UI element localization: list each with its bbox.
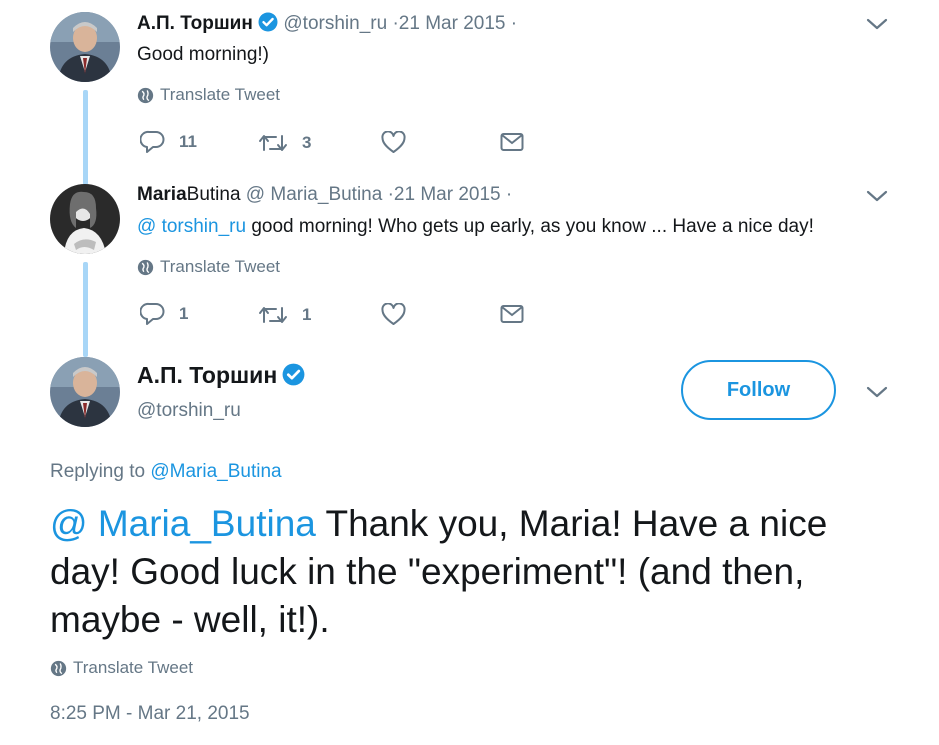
tweet-header: А.П. Торшин @torshin_ru ·21 Mar 2015 ·	[137, 12, 517, 38]
tweet-body: good morning! Who gets up early, as you …	[246, 216, 814, 237]
main-tweet-header: А.П. Торшин	[137, 362, 305, 391]
display-name[interactable]: А.П. Торшин	[137, 362, 277, 388]
tweet-date[interactable]: ·21 Mar 2015	[392, 13, 505, 34]
display-name-rest[interactable]: Butina	[187, 184, 241, 205]
avatar[interactable]	[50, 357, 120, 427]
globe-icon	[137, 259, 154, 275]
reply-count: 11	[179, 132, 197, 151]
tweet-text: @ torshin_ru good morning! Who gets up e…	[137, 216, 814, 238]
tweet-date[interactable]: ·21 Mar 2015	[388, 184, 501, 205]
retweet-icon	[259, 307, 287, 323]
translate-link[interactable]: Translate Tweet	[137, 85, 280, 105]
separator-dot: ·	[510, 13, 518, 34]
translate-label: Translate Tweet	[160, 257, 281, 276]
replying-to-link[interactable]: @Maria_Butina	[150, 461, 281, 482]
caret-down-icon[interactable]	[866, 17, 888, 31]
verified-badge-icon	[258, 12, 278, 38]
handle[interactable]: @torshin_ru	[283, 13, 387, 34]
reply-button[interactable]: 1	[140, 302, 188, 326]
globe-icon	[50, 660, 67, 676]
translate-link[interactable]: Translate Tweet	[137, 257, 280, 277]
display-name-bold[interactable]: Maria	[137, 184, 187, 205]
handle[interactable]: @torshin_ru	[137, 400, 241, 422]
direct-message-button[interactable]	[500, 304, 524, 324]
handle[interactable]: @ Maria_Butina	[246, 184, 383, 205]
translate-label: Translate Tweet	[160, 85, 281, 104]
thread-line-1	[83, 90, 88, 185]
direct-message-button[interactable]	[500, 132, 524, 152]
direct-message-icon	[500, 133, 524, 151]
avatar[interactable]	[50, 184, 120, 254]
display-name[interactable]: А.П. Торшин	[137, 13, 253, 34]
reply-count: 1	[179, 304, 189, 323]
retweet-button[interactable]: 1	[258, 304, 311, 326]
tweet-text: Good morning!)	[137, 44, 270, 65]
tweet-timestamp[interactable]: 8:25 PM - Mar 21, 2015	[50, 703, 250, 725]
thread-line-2	[83, 262, 88, 357]
like-button[interactable]	[381, 131, 406, 154]
retweet-icon	[259, 135, 287, 151]
like-icon	[381, 303, 406, 325]
caret-down-icon[interactable]	[866, 189, 888, 203]
tweet-header: MariaButina @ Maria_Butina ·21 Mar 2015 …	[137, 184, 512, 206]
verified-badge-icon	[282, 363, 305, 391]
direct-message-icon	[500, 305, 524, 323]
reply-button[interactable]: 11	[140, 130, 197, 154]
separator-dot: ·	[505, 184, 513, 205]
follow-button[interactable]: Follow	[681, 360, 836, 420]
translate-label: Translate Tweet	[73, 658, 194, 677]
retweet-count: 1	[302, 305, 312, 324]
translate-link[interactable]: Translate Tweet	[50, 658, 193, 678]
reply-icon	[140, 130, 165, 153]
mention-link[interactable]: @ Maria_Butina	[50, 503, 316, 544]
replying-prefix: Replying to	[50, 461, 151, 482]
main-tweet-text: @ Maria_Butina Thank you, Maria! Have a …	[50, 500, 895, 644]
retweet-count: 3	[302, 133, 312, 152]
globe-icon	[137, 87, 154, 103]
like-button[interactable]	[381, 303, 406, 326]
avatar[interactable]	[50, 12, 120, 82]
caret-down-icon[interactable]	[866, 385, 888, 399]
reply-icon	[140, 302, 165, 325]
mention-link[interactable]: @ torshin_ru	[137, 216, 246, 237]
replying-to: Replying to @Maria_Butina	[50, 461, 282, 483]
retweet-button[interactable]: 3	[258, 132, 311, 154]
like-icon	[381, 131, 406, 153]
